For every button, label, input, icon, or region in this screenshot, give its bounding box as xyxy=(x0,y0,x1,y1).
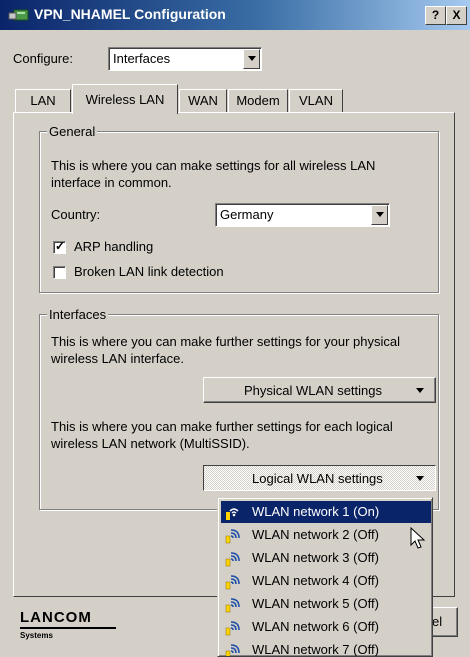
wlan-off-icon xyxy=(225,575,240,590)
logical-button-label: Logical WLAN settings xyxy=(252,471,383,486)
wlan-off-icon xyxy=(225,529,240,544)
chevron-down-icon[interactable] xyxy=(243,49,260,69)
checkmark-icon: ✓ xyxy=(55,239,66,253)
chevron-down-icon xyxy=(416,388,424,393)
chevron-down-icon[interactable] xyxy=(371,205,388,225)
tab-vlan[interactable]: VLAN xyxy=(289,89,343,113)
menu-item-wlan-2[interactable]: WLAN network 2 (Off) xyxy=(221,524,431,546)
menu-item-wlan-5[interactable]: WLAN network 5 (Off) xyxy=(221,593,431,615)
general-legend: General xyxy=(47,124,98,139)
app-icon xyxy=(8,9,29,21)
physical-description: This is where you can make further setti… xyxy=(51,334,400,366)
configure-select[interactable]: Interfaces xyxy=(108,47,262,71)
tab-wireless-lan[interactable]: Wireless LAN xyxy=(72,84,178,114)
wlan-on-icon xyxy=(226,508,239,520)
wlan-off-icon xyxy=(225,644,240,656)
title-bar[interactable]: VPN_NHAMEL Configuration ? X xyxy=(0,0,470,30)
country-select[interactable]: Germany xyxy=(215,203,390,227)
tab-modem[interactable]: Modem xyxy=(228,89,288,113)
menu-item-label: WLAN network 3 (Off) xyxy=(252,550,379,565)
physical-wlan-settings-button[interactable]: Physical WLAN settings xyxy=(203,377,436,403)
chevron-down-icon xyxy=(416,476,424,481)
menu-item-wlan-3[interactable]: WLAN network 3 (Off) xyxy=(221,547,431,569)
window-title: VPN_NHAMEL Configuration xyxy=(34,6,226,22)
interfaces-legend: Interfaces xyxy=(47,307,109,322)
logical-wlan-menu: WLAN network 1 (On) WLAN network 2 (Off)… xyxy=(217,497,433,657)
country-label: Country: xyxy=(51,207,101,222)
help-button[interactable]: ? xyxy=(425,6,446,25)
broken-link-checkbox[interactable] xyxy=(53,266,66,279)
configure-label: Configure: xyxy=(13,51,73,66)
logical-description: This is where you can make further setti… xyxy=(51,419,393,451)
logical-wlan-settings-button[interactable]: Logical WLAN settings xyxy=(203,465,436,491)
country-value: Germany xyxy=(220,207,274,222)
tab-wan[interactable]: WAN xyxy=(179,89,227,113)
menu-item-wlan-7[interactable]: WLAN network 7 (Off) xyxy=(221,639,431,657)
arp-label: ARP handling xyxy=(74,239,154,254)
cancel-button-label: el xyxy=(432,614,443,629)
menu-item-wlan-1[interactable]: WLAN network 1 (On) xyxy=(221,501,431,523)
menu-item-label: WLAN network 4 (Off) xyxy=(252,573,379,588)
wlan-off-icon xyxy=(225,621,240,636)
wlan-off-icon xyxy=(225,598,240,613)
wlan-off-icon xyxy=(225,552,240,567)
menu-item-label: WLAN network 5 (Off) xyxy=(252,596,379,611)
menu-item-label: WLAN network 1 (On) xyxy=(252,504,380,519)
menu-item-label: WLAN network 2 (Off) xyxy=(252,527,379,542)
logo-subtext: Systems xyxy=(20,631,53,640)
menu-item-label: WLAN network 6 (Off) xyxy=(252,619,379,634)
general-description: This is where you can make settings for … xyxy=(51,158,376,190)
close-button[interactable]: X xyxy=(446,6,467,25)
logo-underline xyxy=(20,627,116,629)
physical-button-label: Physical WLAN settings xyxy=(244,383,382,398)
configure-value: Interfaces xyxy=(113,51,171,66)
lancom-logo: LANCOM xyxy=(20,609,92,626)
menu-item-label: WLAN network 7 (Off) xyxy=(252,642,379,657)
tab-lan[interactable]: LAN xyxy=(15,89,71,113)
menu-item-wlan-4[interactable]: WLAN network 4 (Off) xyxy=(221,570,431,592)
arp-checkbox[interactable]: ✓ xyxy=(53,239,66,254)
mouse-cursor-icon xyxy=(410,527,426,549)
broken-link-label: Broken LAN link detection xyxy=(74,264,224,279)
menu-item-wlan-6[interactable]: WLAN network 6 (Off) xyxy=(221,616,431,638)
